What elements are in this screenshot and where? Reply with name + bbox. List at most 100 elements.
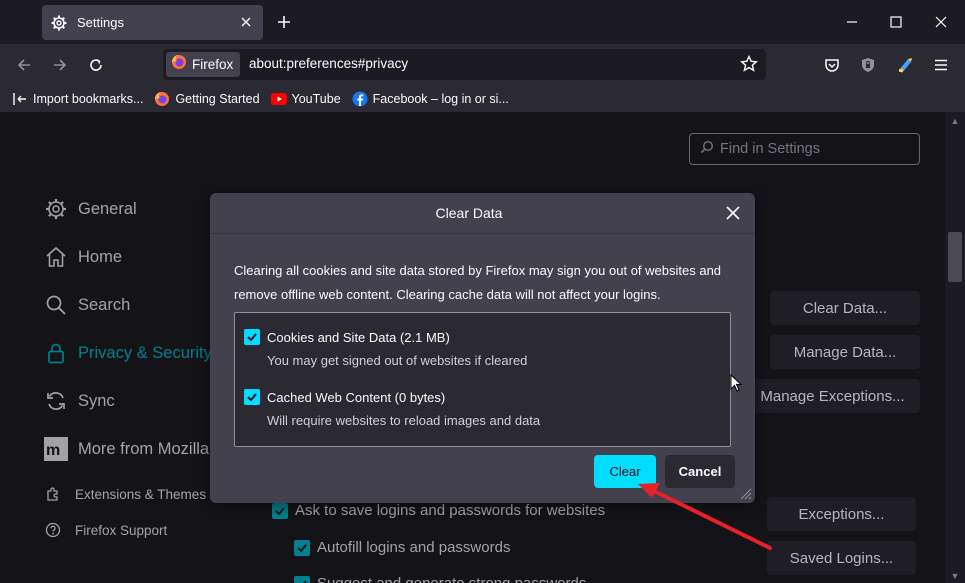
puzzle-icon [44, 485, 62, 503]
category-label: Sync [78, 391, 115, 410]
dialog-title: Clear Data [435, 205, 503, 221]
pocket-icon[interactable] [820, 53, 844, 77]
checkbox-label: Autofill logins and passwords [317, 539, 511, 556]
option-description: You may get signed out of websites if cl… [267, 353, 528, 368]
search-icon [700, 140, 714, 159]
option-label: Cached Web Content (0 bytes) [267, 389, 446, 405]
identity-label: Firefox [192, 57, 234, 72]
link-extensions-themes[interactable]: Extensions & Themes [44, 485, 206, 503]
link-firefox-support[interactable]: Firefox Support [44, 521, 167, 539]
category-label: More from Mozilla [78, 439, 210, 458]
footer-link-label: Extensions & Themes [75, 486, 207, 502]
cookies-site-data-checkbox[interactable]: Cookies and Site Data (2.1 MB) [244, 329, 450, 345]
firefox-logo-icon [171, 54, 187, 75]
scrollbar[interactable] [945, 112, 965, 583]
firefox-logo-icon [154, 91, 170, 107]
cancel-button[interactable]: Cancel [665, 455, 735, 488]
mouse-cursor-icon [730, 373, 743, 392]
dialog-description: Clearing all cookies and site data store… [234, 263, 722, 302]
category-search[interactable]: Search [44, 293, 130, 317]
clear-button[interactable]: Clear [594, 455, 656, 488]
scroll-up-icon[interactable]: ▲ [949, 116, 961, 126]
ask-save-logins-checkbox[interactable]: Ask to save logins and passwords for web… [272, 502, 605, 519]
footer-link-label: Firefox Support [75, 522, 168, 538]
help-icon [44, 521, 62, 539]
find-in-settings-input[interactable]: Find in Settings [689, 133, 920, 165]
exceptions-button[interactable]: Exceptions... [767, 497, 916, 531]
bookmark-label: Facebook – log in or si... [372, 92, 509, 106]
category-more-from-mozilla[interactable]: m More from Mozilla [44, 437, 209, 461]
svg-text:m: m [46, 442, 60, 459]
checkmark-icon [244, 329, 260, 345]
category-label: General [78, 199, 137, 218]
close-tab-icon[interactable] [237, 13, 255, 31]
youtube-icon [270, 91, 287, 107]
gear-icon [51, 15, 67, 31]
tab-settings[interactable]: Settings [42, 5, 263, 40]
category-general[interactable]: General [44, 197, 137, 221]
forward-button[interactable] [48, 53, 72, 77]
scrollbar-thumb[interactable] [948, 232, 962, 282]
category-home[interactable]: Home [44, 245, 122, 269]
category-label: Privacy & Security [78, 343, 212, 362]
close-icon[interactable] [721, 201, 745, 225]
bookmark-import[interactable]: Import bookmarks... [12, 91, 143, 107]
reload-button[interactable] [84, 53, 108, 77]
manage-exceptions-button[interactable]: Manage Exceptions... [745, 379, 920, 413]
clear-data-dialog: Clear Data Clearing all cookies and site… [210, 193, 755, 503]
resize-grip-icon[interactable] [738, 486, 752, 500]
bookmark-label: Getting Started [175, 92, 260, 106]
search-placeholder: Find in Settings [720, 141, 820, 157]
maximize-button[interactable] [884, 10, 908, 34]
option-label: Cookies and Site Data (2.1 MB) [267, 329, 450, 345]
suggest-passwords-checkbox[interactable]: Suggest and generate strong passwords [294, 575, 586, 583]
navigation-toolbar: Firefox about:preferences#privacy [0, 44, 965, 86]
bookmark-star-icon[interactable] [738, 53, 760, 75]
search-icon [44, 293, 68, 317]
new-tab-button[interactable] [274, 12, 294, 32]
autofill-logins-checkbox[interactable]: Autofill logins and passwords [294, 539, 510, 556]
mozilla-icon: m [44, 437, 68, 461]
menu-icon[interactable] [929, 53, 953, 77]
checkmark-icon [294, 539, 310, 556]
checkmark-icon [294, 575, 310, 583]
url-text: about:preferences#privacy [249, 56, 409, 71]
shield-icon[interactable] [856, 53, 880, 77]
lock-icon [44, 341, 68, 365]
category-label: Search [78, 295, 131, 314]
bookmark-label: YouTube [291, 92, 341, 106]
url-bar[interactable]: Firefox about:preferences#privacy [163, 49, 766, 80]
import-icon [12, 91, 28, 107]
facebook-icon [352, 91, 368, 107]
clear-data-button[interactable]: Clear Data... [770, 291, 920, 325]
clear-options-box: Cookies and Site Data (2.1 MB) You may g… [234, 312, 731, 447]
minimize-button[interactable] [840, 10, 864, 34]
scroll-down-icon[interactable]: ▼ [949, 571, 961, 581]
tab-bar: Settings [0, 0, 965, 44]
checkbox-label: Ask to save logins and passwords for web… [295, 502, 606, 519]
category-label: Home [78, 247, 123, 266]
checkmark-icon [244, 389, 260, 405]
sync-icon [44, 389, 68, 413]
back-button[interactable] [12, 53, 36, 77]
bookmark-youtube[interactable]: YouTube [270, 91, 341, 107]
checkbox-label: Suggest and generate strong passwords [317, 575, 586, 583]
window-close-button[interactable] [929, 10, 953, 34]
tab-title: Settings [77, 15, 124, 30]
category-sync[interactable]: Sync [44, 389, 115, 413]
dialog-divider [210, 233, 755, 234]
option-description: Will require websites to reload images a… [267, 413, 541, 428]
home-icon [44, 245, 68, 269]
manage-data-button[interactable]: Manage Data... [770, 335, 920, 369]
checkmark-icon [272, 502, 288, 519]
bookmark-getting-started[interactable]: Getting Started [154, 91, 260, 107]
gear-icon [44, 197, 68, 221]
bookmark-facebook[interactable]: Facebook – log in or si... [352, 91, 509, 107]
bookmark-label: Import bookmarks... [33, 92, 144, 106]
bookmarks-toolbar: Import bookmarks... Getting Started YouT… [0, 86, 965, 112]
extension-icon[interactable] [893, 53, 917, 77]
identity-box[interactable]: Firefox [166, 52, 241, 77]
cached-web-content-checkbox[interactable]: Cached Web Content (0 bytes) [244, 389, 445, 405]
category-privacy-security[interactable]: Privacy & Security [44, 341, 212, 365]
saved-logins-button[interactable]: Saved Logins... [767, 541, 916, 575]
